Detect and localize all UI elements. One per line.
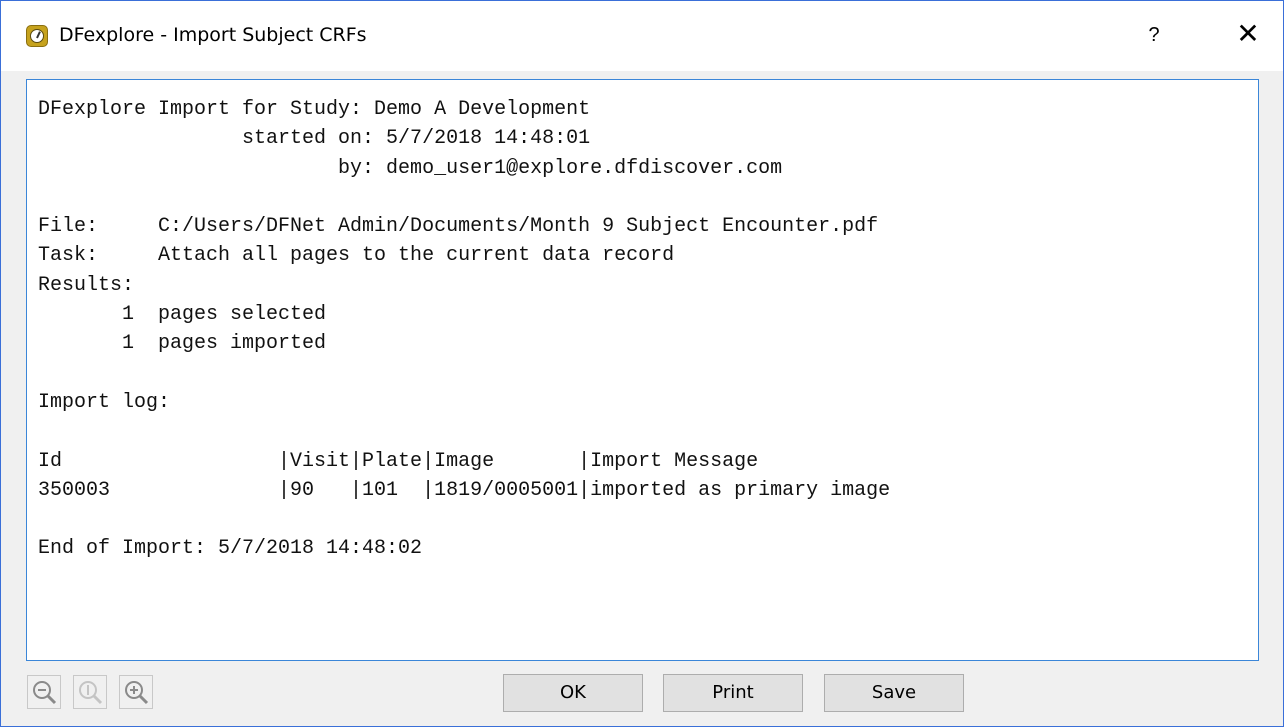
- zoom-reset-button[interactable]: [73, 675, 107, 709]
- log-line: Task: Attach all pages to the current da…: [38, 244, 675, 268]
- import-log-text: DFexplore Import for Study: Demo A Devel…: [38, 95, 890, 564]
- zoom-in-icon: [125, 681, 149, 705]
- log-line: End of Import: 5/7/2018 14:48:02: [38, 537, 423, 561]
- close-button[interactable]: ✕: [1231, 17, 1265, 51]
- log-line: 1 pages imported: [38, 332, 327, 356]
- log-line: 1 pages selected: [38, 303, 327, 327]
- log-line: started on: 5/7/2018 14:48:01: [38, 127, 591, 151]
- window-title: DFexplore - Import Subject CRFs: [59, 24, 367, 46]
- ok-button[interactable]: OK: [503, 674, 643, 712]
- log-line: by: demo_user1@explore.dfdiscover.com: [38, 156, 783, 180]
- save-button[interactable]: Save: [824, 674, 964, 712]
- log-line: Id |Visit|Plate|Image |Import Message: [38, 449, 759, 473]
- import-dialog: DFexplore - Import Subject CRFs ? ✕ DFex…: [0, 0, 1284, 727]
- help-button[interactable]: ?: [1139, 19, 1169, 51]
- dfexplore-clock-icon: [26, 25, 48, 47]
- log-line: DFexplore Import for Study: Demo A Devel…: [38, 98, 591, 121]
- zoom-in-button[interactable]: [119, 675, 153, 709]
- zoom-out-button[interactable]: [27, 675, 61, 709]
- import-log-textarea[interactable]: DFexplore Import for Study: Demo A Devel…: [26, 79, 1259, 661]
- log-line: 350003 |90 |101 |1819/0005001|imported a…: [38, 478, 891, 502]
- zoom-out-icon: [33, 681, 57, 705]
- print-button[interactable]: Print: [663, 674, 803, 712]
- title-bar: DFexplore - Import Subject CRFs ? ✕: [1, 1, 1283, 71]
- log-line: Results:: [38, 273, 135, 297]
- log-line: Import log:: [38, 390, 171, 414]
- log-line: File: C:/Users/DFNet Admin/Documents/Mon…: [38, 215, 879, 239]
- zoom-reset-icon: [79, 681, 103, 705]
